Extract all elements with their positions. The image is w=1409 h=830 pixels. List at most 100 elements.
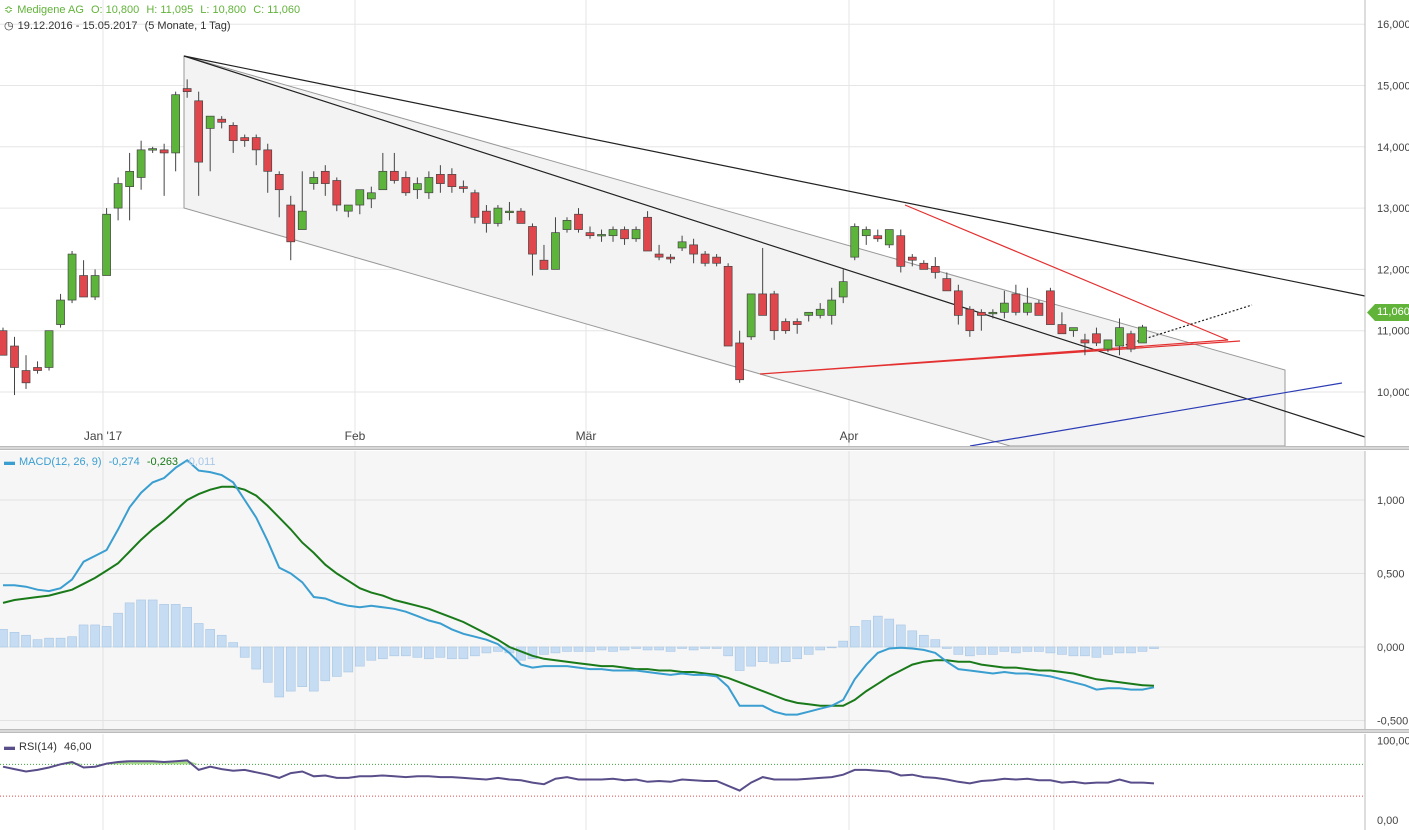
candle-up xyxy=(102,213,111,276)
histogram-bar xyxy=(182,607,192,648)
histogram-bar xyxy=(205,629,215,648)
candle-up xyxy=(136,149,146,178)
histogram-bar xyxy=(401,646,411,657)
open-value: O: 10,800 xyxy=(90,4,140,16)
candle-up xyxy=(1000,302,1009,313)
histogram-bar xyxy=(101,626,112,648)
x-tick-label: Apr xyxy=(840,429,859,443)
histogram-bar xyxy=(953,646,964,655)
y-tick-label: 0,500 xyxy=(1377,569,1405,581)
candle-up xyxy=(413,183,422,191)
histogram-bar xyxy=(55,637,66,648)
panel-separator[interactable] xyxy=(0,446,1409,450)
candle-down xyxy=(1057,324,1067,335)
candle-down xyxy=(919,262,929,270)
ohlc-header: ≎ Medigene AG O: 10,800 H: 11,095 L: 10,8… xyxy=(4,3,304,16)
candle-down xyxy=(320,170,330,184)
candle-down xyxy=(274,174,284,191)
candle-down xyxy=(930,265,940,273)
candle-down xyxy=(873,235,883,240)
histogram-bar xyxy=(9,632,20,648)
histogram-bar xyxy=(884,618,895,648)
macd-legend: ▬ MACD(12, 26, 9) -0,274 -0,263 -0,011 xyxy=(4,456,220,468)
candle-up xyxy=(597,234,606,237)
candle-down xyxy=(447,174,457,187)
candle-down xyxy=(159,149,169,154)
candle-up xyxy=(355,189,365,206)
macd-legend-label: MACD(12, 26, 9) xyxy=(19,456,102,468)
candle-down xyxy=(240,137,250,142)
candle-up xyxy=(125,170,134,187)
histogram-bar xyxy=(757,646,768,662)
histogram-bar xyxy=(677,646,687,649)
candle-up xyxy=(1103,339,1113,350)
candle-down xyxy=(907,256,917,261)
histogram-bar xyxy=(251,646,262,670)
candlestick-chart[interactable]: 16,000 15,000 14,000 13,000 12,000 11,000 10,0… xyxy=(0,0,1409,446)
histogram-bar xyxy=(539,646,549,655)
clock-icon: ◷ xyxy=(4,20,14,32)
candle-up xyxy=(44,330,54,368)
candle-down xyxy=(228,124,238,142)
candle-down xyxy=(332,180,342,206)
histogram-bar xyxy=(596,646,607,651)
candle-down xyxy=(689,244,698,255)
histogram-bar xyxy=(389,646,400,657)
candle-up xyxy=(343,204,353,212)
histogram-bar xyxy=(654,646,664,651)
candle-down xyxy=(735,342,744,381)
candle-up xyxy=(608,229,618,237)
candle-down xyxy=(942,278,952,292)
candle-up xyxy=(884,229,894,246)
histogram-bar xyxy=(1080,646,1090,657)
candle-up xyxy=(988,311,998,315)
candle-up xyxy=(562,220,572,230)
rsi-chart[interactable]: 100,00 0,00 xyxy=(0,734,1409,830)
candle-up xyxy=(850,226,860,258)
candle-down xyxy=(620,229,629,240)
panel-separator[interactable] xyxy=(0,729,1409,733)
candle-down xyxy=(1092,333,1101,344)
x-tick-label: Jan '17 xyxy=(84,429,123,443)
candle-down xyxy=(896,235,906,267)
histogram-bar xyxy=(159,604,169,648)
histogram-bar xyxy=(918,634,929,648)
histogram-bar xyxy=(262,646,273,683)
histogram-bar xyxy=(412,646,423,658)
candle-up xyxy=(297,210,307,230)
histogram-bar xyxy=(769,646,779,664)
x-tick-label: Mär xyxy=(576,429,597,443)
candle-up xyxy=(378,170,388,191)
candle-down xyxy=(401,177,411,194)
y-tick-label: 11,000 xyxy=(1377,326,1409,338)
histogram-bar xyxy=(631,646,641,649)
candle-down xyxy=(182,88,192,92)
histogram-bar xyxy=(780,646,791,662)
histogram-bar xyxy=(1114,646,1125,654)
candle-down xyxy=(769,293,779,332)
candle-down xyxy=(723,265,733,347)
price-panel[interactable]: 16,000 15,000 14,000 13,000 12,000 11,000 10,0… xyxy=(0,0,1409,446)
candle-up xyxy=(746,293,756,338)
histogram-bar xyxy=(21,634,31,648)
histogram-bar xyxy=(608,646,618,652)
macd-panel[interactable]: 1,000 0,500 0,000 -0,500 ▬ MACD(12, 26, 9) -… xyxy=(0,451,1409,729)
histogram-bar xyxy=(44,637,54,648)
candle-up xyxy=(1069,327,1078,332)
histogram-bar xyxy=(355,646,365,667)
candle-down xyxy=(528,226,537,255)
histogram-bar xyxy=(861,620,872,648)
rsi-legend-marker: ▬ xyxy=(4,741,15,753)
histogram-bar xyxy=(136,599,146,648)
candle-down xyxy=(251,137,261,151)
candle-up xyxy=(366,192,376,200)
rsi-panel[interactable]: 100,00 0,00 ▬ RSI(14) 46,00 xyxy=(0,734,1409,830)
macd-chart[interactable]: 1,000 0,500 0,000 -0,500 xyxy=(0,451,1409,729)
high-value: H: 11,095 xyxy=(146,4,194,16)
histogram-bar xyxy=(619,646,630,651)
histogram-bar xyxy=(308,646,319,692)
histogram-bar xyxy=(734,646,745,671)
candle-down xyxy=(33,367,42,371)
candle-down xyxy=(1046,290,1055,325)
rsi-legend-value: 46,00 xyxy=(63,741,92,753)
